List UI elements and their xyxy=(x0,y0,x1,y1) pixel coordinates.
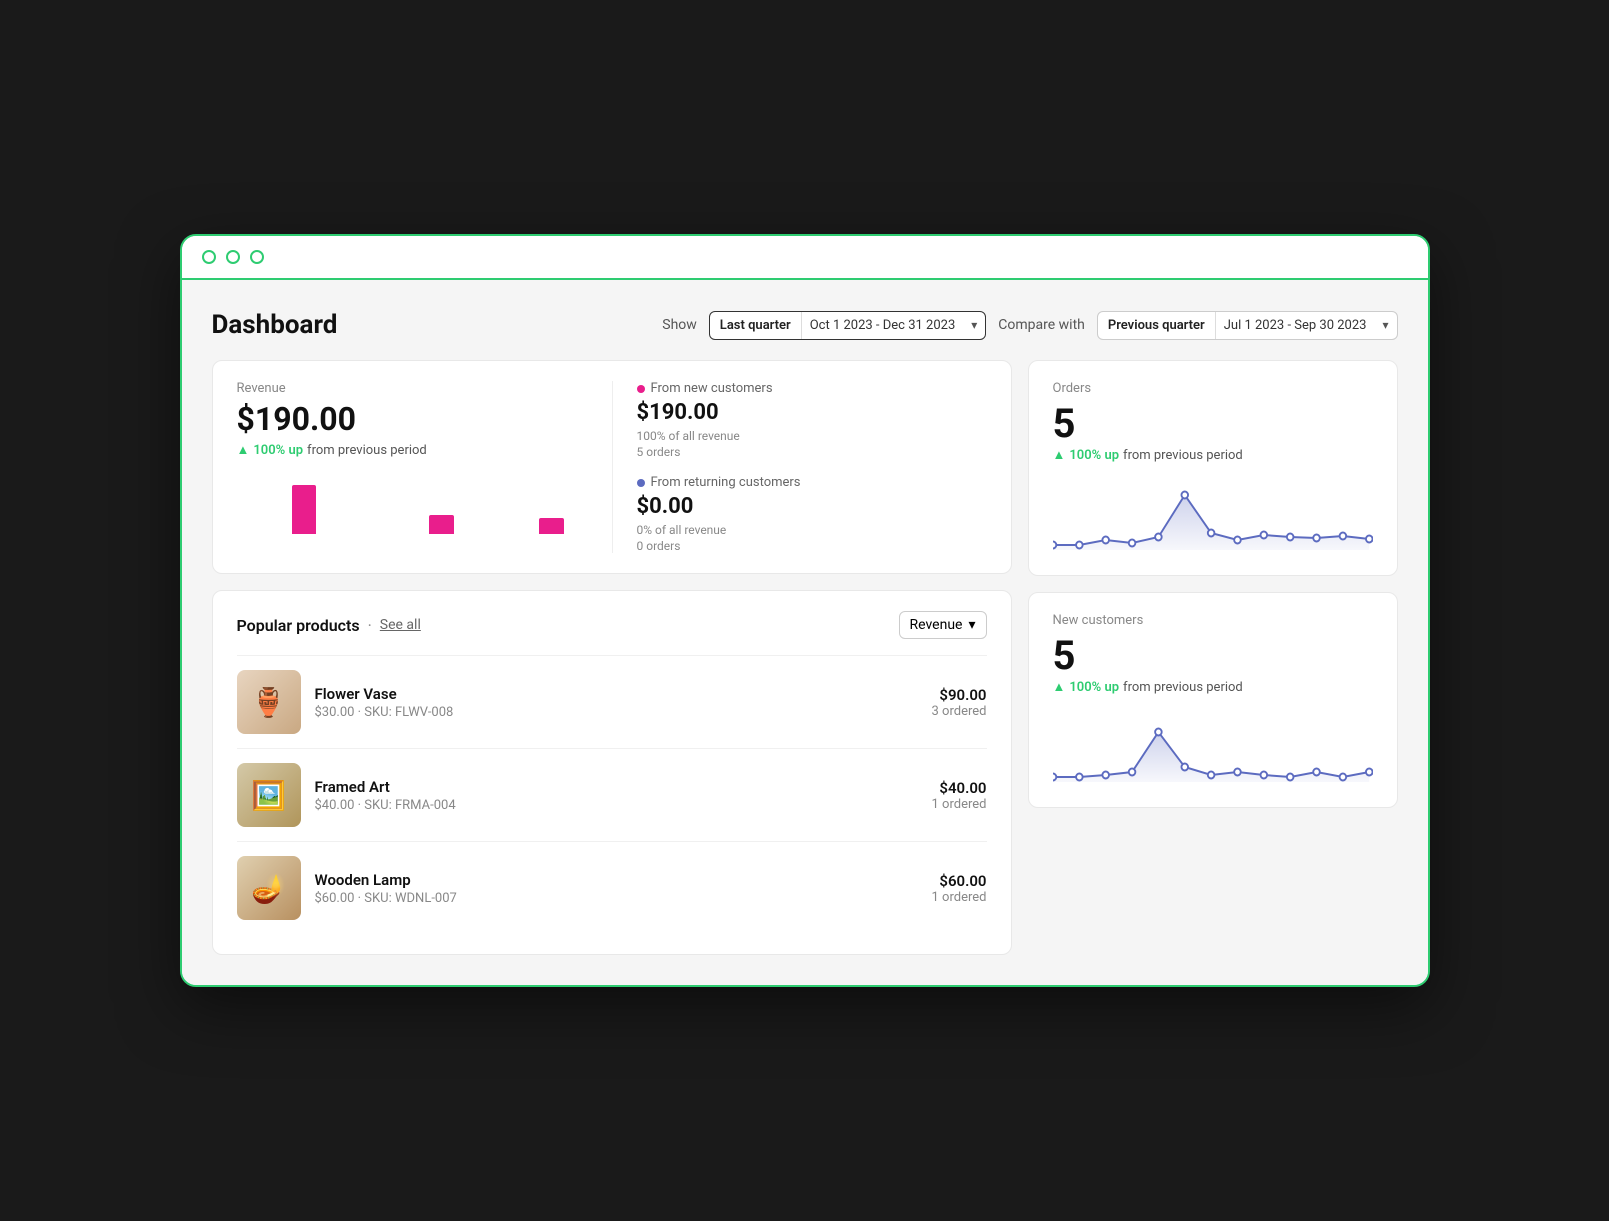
from-returning-sub2: 0 orders xyxy=(637,539,987,553)
orders-up-arrow: ▲ xyxy=(1053,447,1066,463)
revenue-right: From new customers $190.00 100% of all r… xyxy=(612,381,987,553)
left-column: Revenue $190.00 ▲ 100% up from previous … xyxy=(212,360,1012,955)
product-row[interactable]: 🏺 Flower Vase $30.00 · SKU: FLWV-008 $90… xyxy=(237,655,987,748)
from-returning-label: From returning customers xyxy=(637,475,987,490)
traffic-light-1[interactable] xyxy=(202,250,216,264)
right-column: Orders 5 ▲ 100% up from previous period xyxy=(1028,360,1398,955)
show-label: Show xyxy=(662,317,697,333)
product-stats: $40.00 1 ordered xyxy=(932,779,987,812)
product-name: Framed Art xyxy=(315,778,918,796)
from-new-customers: From new customers $190.00 100% of all r… xyxy=(637,381,987,459)
see-all-link[interactable]: See all xyxy=(380,617,421,633)
revenue-up-arrow: ▲ xyxy=(237,442,250,458)
popular-title-group: Popular products · See all xyxy=(237,616,421,635)
from-returning-customers: From returning customers $0.00 0% of all… xyxy=(637,475,987,553)
revenue-up-text: 100% up xyxy=(253,443,303,458)
traffic-light-3[interactable] xyxy=(250,250,264,264)
compare-dates: Jul 1 2023 - Sep 30 2023 xyxy=(1216,312,1375,339)
revenue-card: Revenue $190.00 ▲ 100% up from previous … xyxy=(212,360,1012,574)
bar-chart-container xyxy=(237,474,592,534)
returning-customer-dot xyxy=(637,479,645,487)
orders-label: Orders xyxy=(1053,381,1373,396)
period-name: Last quarter xyxy=(710,312,802,339)
new-customers-up-text: 100% up xyxy=(1069,680,1119,695)
product-list: 🏺 Flower Vase $30.00 · SKU: FLWV-008 $90… xyxy=(237,655,987,934)
product-orders: 1 ordered xyxy=(932,890,987,905)
sort-select[interactable]: Revenue ▾ xyxy=(899,611,987,639)
new-customers-label: New customers xyxy=(1053,613,1373,628)
revenue-bar xyxy=(429,515,454,534)
new-customers-value: 5 xyxy=(1053,632,1373,679)
product-revenue: $40.00 xyxy=(932,779,987,797)
product-orders: 1 ordered xyxy=(932,797,987,812)
revenue-bar xyxy=(539,518,564,535)
from-returning-sub1: 0% of all revenue xyxy=(637,523,987,537)
dashboard-content: Dashboard Show Last quarter Oct 1 2023 -… xyxy=(182,280,1428,985)
product-info: Framed Art $40.00 · SKU: FRMA-004 xyxy=(315,778,918,813)
orders-change: ▲ 100% up from previous period xyxy=(1053,447,1373,463)
new-customers-card: New customers 5 ▲ 100% up from previous … xyxy=(1028,592,1398,808)
new-customers-change-suffix: from previous period xyxy=(1123,680,1243,695)
main-grid: Revenue $190.00 ▲ 100% up from previous … xyxy=(212,360,1398,955)
compare-selector[interactable]: Previous quarter Jul 1 2023 - Sep 30 202… xyxy=(1097,311,1398,340)
product-stats: $90.00 3 ordered xyxy=(932,686,987,719)
page-title: Dashboard xyxy=(212,310,338,340)
popular-products-card: Popular products · See all Revenue ▾ 🏺 F… xyxy=(212,590,1012,955)
header-controls: Show Last quarter Oct 1 2023 - Dec 31 20… xyxy=(662,311,1397,340)
popular-header: Popular products · See all Revenue ▾ xyxy=(237,611,987,639)
product-sub: $40.00 · SKU: FRMA-004 xyxy=(315,798,918,813)
product-revenue: $60.00 xyxy=(932,872,987,890)
from-returning-value: $0.00 xyxy=(637,494,987,519)
new-customers-line-chart xyxy=(1053,707,1373,787)
new-customers-chart xyxy=(1053,707,1373,787)
period-chevron: ▾ xyxy=(963,312,985,338)
product-name: Wooden Lamp xyxy=(315,871,918,889)
new-customers-change: ▲ 100% up from previous period xyxy=(1053,679,1373,695)
product-info: Flower Vase $30.00 · SKU: FLWV-008 xyxy=(315,685,918,720)
sort-chevron: ▾ xyxy=(968,617,975,633)
period-selector[interactable]: Last quarter Oct 1 2023 - Dec 31 2023 ▾ xyxy=(709,311,987,340)
from-new-sub2: 5 orders xyxy=(637,445,987,459)
orders-line-chart xyxy=(1053,475,1373,555)
product-name: Flower Vase xyxy=(315,685,918,703)
new-customer-dot xyxy=(637,385,645,393)
revenue-change-suffix: from previous period xyxy=(307,443,427,458)
from-new-label: From new customers xyxy=(637,381,987,396)
product-info: Wooden Lamp $60.00 · SKU: WDNL-007 xyxy=(315,871,918,906)
revenue-bar xyxy=(292,485,317,535)
new-customers-up-arrow: ▲ xyxy=(1053,679,1066,695)
compare-name: Previous quarter xyxy=(1098,312,1216,339)
product-row[interactable]: 🖼️ Framed Art $40.00 · SKU: FRMA-004 $40… xyxy=(237,748,987,841)
product-sub: $30.00 · SKU: FLWV-008 xyxy=(315,705,918,720)
product-image: 🖼️ xyxy=(237,763,301,827)
orders-change-suffix: from previous period xyxy=(1123,448,1243,463)
product-revenue: $90.00 xyxy=(932,686,987,704)
dashboard-header: Dashboard Show Last quarter Oct 1 2023 -… xyxy=(212,310,1398,340)
product-sub: $60.00 · SKU: WDNL-007 xyxy=(315,891,918,906)
period-dates: Oct 1 2023 - Dec 31 2023 xyxy=(802,312,964,339)
orders-value: 5 xyxy=(1053,400,1373,447)
traffic-light-2[interactable] xyxy=(226,250,240,264)
product-orders: 3 ordered xyxy=(932,704,987,719)
browser-window: Dashboard Show Last quarter Oct 1 2023 -… xyxy=(180,234,1430,987)
orders-up-text: 100% up xyxy=(1069,448,1119,463)
orders-chart xyxy=(1053,475,1373,555)
product-stats: $60.00 1 ordered xyxy=(932,872,987,905)
from-new-value: $190.00 xyxy=(637,400,987,425)
compare-chevron: ▾ xyxy=(1374,312,1396,338)
sort-label: Revenue xyxy=(910,617,963,633)
compare-label: Compare with xyxy=(998,317,1085,333)
product-image: 🏺 xyxy=(237,670,301,734)
revenue-left: Revenue $190.00 ▲ 100% up from previous … xyxy=(237,381,612,553)
product-row[interactable]: 🪔 Wooden Lamp $60.00 · SKU: WDNL-007 $60… xyxy=(237,841,987,934)
revenue-value: $190.00 xyxy=(237,400,592,438)
product-image: 🪔 xyxy=(237,856,301,920)
from-new-sub1: 100% of all revenue xyxy=(637,429,987,443)
browser-header xyxy=(182,236,1428,280)
revenue-change: ▲ 100% up from previous period xyxy=(237,442,592,458)
orders-card: Orders 5 ▲ 100% up from previous period xyxy=(1028,360,1398,576)
popular-title: Popular products xyxy=(237,616,360,635)
revenue-bar-chart xyxy=(237,474,592,544)
revenue-label: Revenue xyxy=(237,381,592,396)
